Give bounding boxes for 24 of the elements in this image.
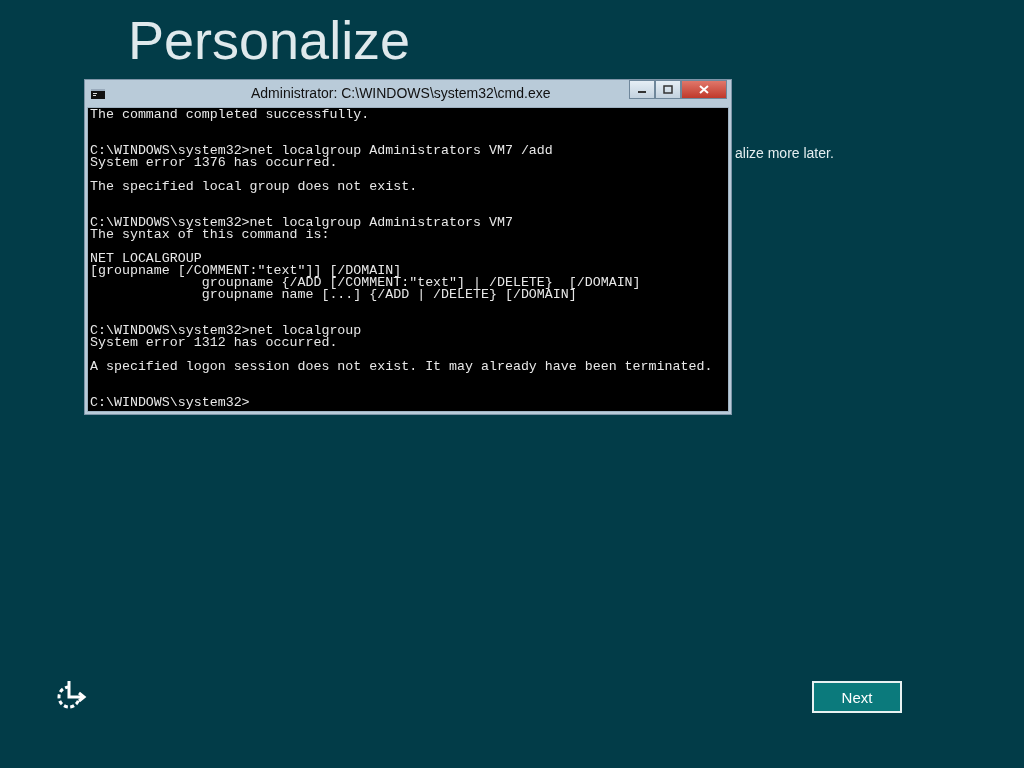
page-heading: Personalize [128,9,411,72]
console-line: [groupname [/COMMENT:"text"]] [/DOMAIN] [90,265,402,277]
maximize-icon [663,85,673,94]
console-line: A specified logon session does not exist. It may already have been terminated. [90,361,713,373]
console-icon [91,88,105,99]
console-line: C:\WINDOWS\system32> [90,397,250,409]
console-line: C:\WINDOWS\system32>net localgroup Administrators VM7 /add [90,145,553,157]
console-line: NET LOCALGROUP [90,253,202,265]
console-line: groupname {/ADD [/COMMENT:"text"] | /DELETE} [/DOMAIN] [201,277,641,289]
console-line: The syntax of this command is: [90,229,330,241]
console-line: C:\WINDOWS\system32>net localgroup Administrators VM7 [90,217,513,229]
maximize-button[interactable] [655,80,681,99]
window-title: Administrator: C:\WINDOWS\system32\cmd.exe [251,85,551,101]
next-button[interactable]: Next [812,681,902,713]
console-line: System error 1312 has occurred. [90,337,338,349]
console-line: System error 1376 has occurred. [90,157,338,169]
page-subtitle: alize more later. [735,145,834,161]
console-line: groupname name [...] {/ADD | /DELETE} [/DOMAIN] [200,289,577,301]
console-line: The command completed successfully. [90,109,370,121]
console-line: C:\WINDOWS\system32>net localgroup [90,325,362,337]
minimize-button[interactable] [629,80,655,99]
close-icon [699,85,709,94]
close-button[interactable] [681,80,727,99]
console-line: The specified local group does not exist. [90,181,418,193]
